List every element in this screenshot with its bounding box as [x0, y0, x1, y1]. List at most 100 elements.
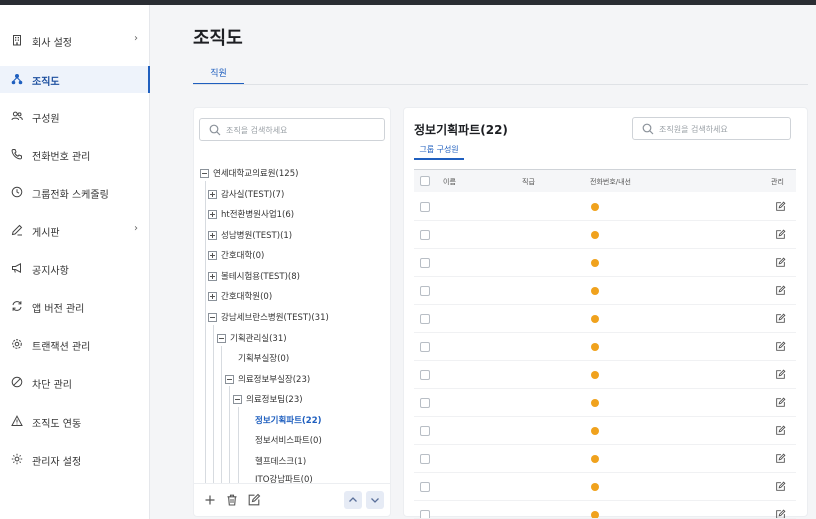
expand-toggle-icon[interactable]: [208, 230, 217, 240]
tree-node[interactable]: 강남세브란스병원(TEST)(31): [208, 309, 329, 325]
phone-status-icon: [591, 287, 599, 295]
tree-node[interactable]: 정보서비스파트(0): [255, 432, 322, 448]
edit-icon[interactable]: [775, 313, 786, 324]
table-row[interactable]: [414, 277, 796, 305]
sidebar-item-label: 회사 설정: [32, 38, 72, 49]
column-header-phone: 전화번호/내선: [590, 178, 631, 186]
column-header-position: 직급: [522, 178, 535, 186]
row-checkbox[interactable]: [420, 314, 430, 324]
table-row[interactable]: [414, 305, 796, 333]
row-checkbox[interactable]: [420, 482, 430, 492]
tree-node[interactable]: 볼테시험용(TEST)(8): [208, 268, 300, 284]
edit-icon[interactable]: [775, 201, 786, 212]
org-search-box: [199, 118, 385, 141]
table-row[interactable]: [414, 361, 796, 389]
edit-icon[interactable]: [775, 229, 786, 240]
expand-toggle-icon[interactable]: [208, 189, 217, 199]
row-checkbox[interactable]: [420, 510, 430, 518]
sidebar-item-members[interactable]: 구성원: [0, 103, 150, 130]
table-header: 이름 직급 전화번호/내선 관리: [414, 170, 796, 192]
sidebar-item-group-call[interactable]: 그룹전화 스케줄링: [0, 179, 150, 206]
sidebar-item-board[interactable]: 게시판 ›: [0, 217, 150, 244]
org-search-input[interactable]: [226, 122, 366, 138]
edit-icon[interactable]: [775, 425, 786, 436]
sidebar-item-notice[interactable]: 공지사항: [0, 255, 150, 282]
collapse-toggle-icon[interactable]: [217, 333, 226, 343]
table-row[interactable]: [414, 389, 796, 417]
tree-node[interactable]: 기획관리실(31): [217, 330, 287, 346]
move-down-button[interactable]: [366, 491, 384, 509]
row-checkbox[interactable]: [420, 258, 430, 268]
collapse-toggle-icon[interactable]: [208, 312, 217, 322]
sidebar-item-company-settings[interactable]: 회사 설정 ›: [0, 27, 150, 54]
edit-icon[interactable]: [775, 285, 786, 296]
row-checkbox[interactable]: [420, 454, 430, 464]
edit-icon[interactable]: [775, 453, 786, 464]
tree-node[interactable]: 감사실(TEST)(7): [208, 186, 284, 202]
sidebar-item-phone[interactable]: 전화번호 관리: [0, 141, 150, 168]
table-row[interactable]: [414, 333, 796, 361]
tree-node-label: 강남세브란스병원(TEST)(31): [221, 313, 329, 323]
table-row[interactable]: [414, 193, 796, 221]
department-title: 정보기획파트(22): [414, 123, 508, 137]
tab-staff[interactable]: 직원: [193, 60, 244, 85]
tree-node-label: ITO강남파트(0): [255, 475, 313, 483]
edit-icon[interactable]: [775, 397, 786, 408]
tab-group-members[interactable]: 그룹 구성원: [414, 142, 464, 160]
table-row[interactable]: [414, 417, 796, 445]
row-checkbox[interactable]: [420, 398, 430, 408]
member-search-input[interactable]: [659, 121, 799, 137]
sidebar-item-org-sync[interactable]: 조직도 연동: [0, 408, 150, 435]
sidebar-item-app-version[interactable]: 앱 버전 관리: [0, 293, 150, 320]
tree-node-selected[interactable]: 정보기획파트(22): [255, 412, 322, 428]
row-checkbox[interactable]: [420, 370, 430, 380]
edit-icon[interactable]: [775, 481, 786, 492]
edit-icon[interactable]: [775, 369, 786, 380]
table-row[interactable]: [414, 221, 796, 249]
edit-icon[interactable]: [775, 341, 786, 352]
tree-node[interactable]: 성남병원(TEST)(1): [208, 227, 292, 243]
edit-icon[interactable]: [775, 509, 786, 519]
table-row[interactable]: [414, 473, 796, 501]
tree-node[interactable]: 연세대학교의료원(125): [200, 165, 298, 181]
edit-icon[interactable]: [775, 257, 786, 268]
trash-icon[interactable]: [225, 493, 239, 507]
column-header-name: 이름: [443, 178, 456, 186]
collapse-toggle-icon[interactable]: [233, 394, 242, 404]
phone-status-icon: [591, 259, 599, 267]
edit-icon[interactable]: [247, 493, 261, 507]
table-row[interactable]: [414, 501, 796, 519]
tree-node-label: 간호대학(0): [221, 251, 265, 261]
expand-toggle-icon[interactable]: [208, 209, 217, 219]
expand-toggle-icon[interactable]: [208, 291, 217, 301]
row-checkbox[interactable]: [420, 342, 430, 352]
tree-node[interactable]: 의료정보부실장(23): [225, 371, 310, 387]
tree-node[interactable]: 기획부실장(0): [238, 350, 289, 366]
row-checkbox[interactable]: [420, 286, 430, 296]
tree-node[interactable]: 헬프데스크(1): [255, 453, 306, 469]
collapse-toggle-icon[interactable]: [200, 168, 209, 178]
row-checkbox[interactable]: [420, 426, 430, 436]
row-checkbox[interactable]: [420, 230, 430, 240]
table-row[interactable]: [414, 445, 796, 473]
clock-icon: [11, 186, 23, 198]
add-icon[interactable]: [203, 493, 217, 507]
sidebar-item-label: 관리자 설정: [32, 457, 82, 468]
sidebar-item-block[interactable]: 차단 관리: [0, 369, 150, 396]
tree-node[interactable]: 간호대학(0): [208, 247, 264, 263]
row-checkbox[interactable]: [420, 202, 430, 212]
expand-toggle-icon[interactable]: [208, 250, 217, 260]
expand-toggle-icon[interactable]: [208, 271, 217, 281]
sidebar-item-transaction[interactable]: 트랜잭션 관리: [0, 331, 150, 358]
sidebar-item-org-chart[interactable]: 조직도: [0, 66, 150, 93]
collapse-toggle-icon[interactable]: [225, 374, 234, 384]
select-all-checkbox[interactable]: [420, 176, 430, 186]
table-row[interactable]: [414, 249, 796, 277]
search-icon: [209, 124, 221, 136]
move-up-button[interactable]: [344, 491, 362, 509]
tree-node[interactable]: ht전환병원사업1(6): [208, 206, 294, 222]
tree-node[interactable]: 의료정보팀(23): [233, 391, 303, 407]
tree-node[interactable]: ITO강남파트(0): [255, 473, 313, 483]
tree-node[interactable]: 간호대학원(0): [208, 288, 272, 304]
sidebar-item-admin[interactable]: 관리자 설정: [0, 446, 150, 473]
